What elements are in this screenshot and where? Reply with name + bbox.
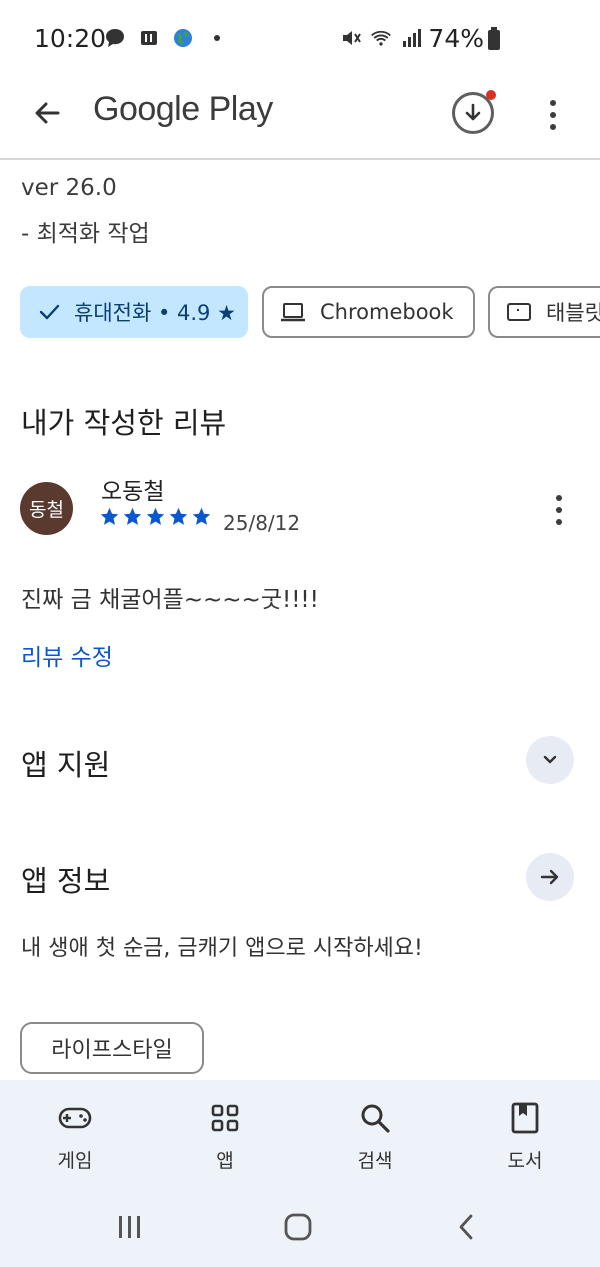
star-icon [123, 507, 142, 525]
laptop-icon [280, 301, 306, 323]
app-info-arrow-button[interactable] [526, 853, 574, 901]
app-notification-icon [138, 27, 160, 49]
star-icon [169, 507, 188, 525]
nav-games[interactable]: 게임 [20, 1080, 130, 1190]
chip-chromebook-label: Chromebook [320, 300, 454, 324]
app-support-expand-button[interactable] [526, 736, 574, 784]
recents-icon [119, 1216, 140, 1238]
system-nav-bar [0, 1190, 600, 1267]
chip-phone-label: 휴대전화 • 4.9 ★ [74, 301, 236, 325]
battery-percent: 74% [428, 24, 484, 53]
app-support-heading: 앱 지원 [21, 748, 111, 782]
downloads-button[interactable] [452, 90, 496, 134]
apps-grid-icon [207, 1100, 243, 1136]
chip-tablet-label: 태블릿 [546, 301, 600, 325]
nav-apps[interactable]: 앱 [170, 1080, 280, 1190]
book-icon [507, 1100, 543, 1136]
star-icon [146, 507, 165, 525]
gamepad-icon [57, 1100, 93, 1136]
star-icon [192, 507, 211, 525]
review-text: 진짜 금 채굴어플~~~~굿!!!! [21, 587, 319, 613]
chat-bubble-icon [104, 27, 126, 49]
nav-games-label: 게임 [57, 1150, 93, 1172]
app-bar: Google Play [0, 80, 600, 160]
more-notifications-dot-icon [206, 27, 228, 49]
review-date: 25/8/12 [223, 511, 301, 535]
system-status-icons [340, 27, 422, 49]
avatar: 동철 [20, 482, 73, 535]
search-icon [357, 1100, 393, 1136]
version-note: - 최적화 작업 [21, 221, 150, 247]
chevron-down-icon [543, 755, 557, 764]
check-icon [38, 301, 60, 323]
reviewer-name: 오동철 [101, 479, 165, 505]
category-tag[interactable]: 라이프스타일 [20, 1022, 204, 1074]
bottom-nav: 게임 앱 검색 도서 [0, 1080, 600, 1190]
battery-icon [488, 27, 500, 50]
device-chips: 휴대전화 • 4.9 ★ Chromebook 태블릿 [20, 286, 600, 338]
nav-apps-label: 앱 [216, 1150, 234, 1172]
star-icon [100, 507, 119, 525]
rating-stars [99, 506, 212, 527]
status-bar: 10:20 74% [0, 0, 600, 80]
more-options-button[interactable] [538, 92, 568, 138]
chip-phone[interactable]: 휴대전화 • 4.9 ★ [20, 286, 248, 338]
mute-icon [340, 27, 362, 49]
my-review-heading: 내가 작성한 리뷰 [21, 406, 227, 440]
app-description: 내 생애 첫 순금, 금캐기 앱으로 시작하세요! [21, 936, 423, 961]
chevron-left-icon [459, 1214, 473, 1240]
notification-icons [104, 27, 228, 49]
back-button[interactable] [24, 90, 70, 136]
chip-tablet[interactable]: 태블릿 [488, 286, 600, 338]
tablet-icon [506, 302, 532, 322]
more-vert-icon [550, 100, 556, 106]
nav-search[interactable]: 검색 [320, 1080, 430, 1190]
review-more-button[interactable] [544, 490, 574, 530]
system-back-button[interactable] [444, 1204, 490, 1250]
app-info-heading: 앱 정보 [21, 864, 111, 898]
version-label: ver 26.0 [21, 175, 117, 201]
notification-dot [486, 90, 496, 100]
recents-button[interactable] [107, 1204, 153, 1250]
wifi-icon [370, 27, 392, 49]
globe-icon [172, 27, 194, 49]
nav-books-label: 도서 [507, 1150, 543, 1172]
home-button[interactable] [275, 1204, 321, 1250]
edit-review-link[interactable]: 리뷰 수정 [21, 638, 113, 672]
home-icon [284, 1213, 312, 1241]
nav-search-label: 검색 [357, 1150, 393, 1172]
nav-books[interactable]: 도서 [470, 1080, 580, 1190]
arrow-forward-icon [540, 869, 559, 885]
signal-icon [400, 27, 422, 49]
more-vert-icon [556, 495, 562, 501]
arrow-back-icon [35, 102, 60, 124]
status-time: 10:20 [34, 24, 107, 53]
chip-chromebook[interactable]: Chromebook [262, 286, 475, 338]
download-arrow-icon [465, 103, 481, 121]
app-title: Google Play [93, 90, 273, 128]
